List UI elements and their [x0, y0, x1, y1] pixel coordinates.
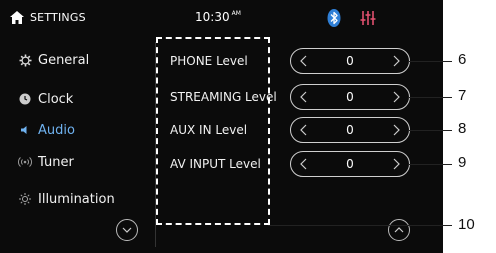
sidebar-item-label: Audio [38, 122, 75, 138]
clock-ampm: AM [231, 10, 241, 17]
chevron-right-icon[interactable] [387, 152, 405, 176]
equalizer-icon[interactable] [360, 10, 376, 26]
sidebar-item-label: Illumination [38, 191, 115, 207]
sun-icon [18, 192, 32, 206]
streaming-level-stepper[interactable]: 0 [290, 84, 410, 110]
sidebar-item-audio[interactable]: Audio [0, 115, 152, 145]
top-bar: SETTINGS 10:30 AM [0, 0, 443, 38]
callout-9: 9 [458, 154, 467, 171]
chevron-right-icon[interactable] [387, 118, 405, 142]
callout-leader-8 [408, 130, 452, 132]
callout-leader-7 [408, 97, 452, 99]
home-icon[interactable] [10, 11, 24, 24]
sidebar-item-illumination[interactable]: Illumination [0, 184, 152, 214]
clock-time: 10:30 [195, 10, 230, 24]
phone-level-stepper[interactable]: 0 [290, 48, 410, 74]
callout-8: 8 [458, 120, 467, 137]
clock-display: 10:30 AM [195, 10, 241, 24]
chevron-right-icon[interactable] [387, 85, 405, 109]
callout-leader-9 [408, 164, 452, 166]
sidebar-item-general[interactable]: General [0, 45, 152, 75]
callout-leader-10 [268, 225, 452, 227]
speaker-icon [18, 123, 32, 137]
settings-screen: SETTINGS 10:30 AM General Clock Audio Tu… [0, 0, 443, 253]
scroll-down-button[interactable] [116, 219, 138, 241]
highlight-box [156, 37, 270, 225]
bluetooth-icon[interactable] [327, 9, 341, 27]
callout-leader-6 [408, 61, 452, 63]
chevron-right-icon[interactable] [387, 49, 405, 73]
sidebar-item-clock[interactable]: Clock [0, 84, 152, 114]
page-title: SETTINGS [30, 11, 86, 24]
sidebar-item-tuner[interactable]: Tuner [0, 147, 152, 177]
av-input-level-stepper[interactable]: 0 [290, 151, 410, 177]
sidebar-item-label: Tuner [38, 154, 74, 170]
clock-icon [18, 92, 32, 106]
aux-in-level-stepper[interactable]: 0 [290, 117, 410, 143]
scroll-up-button[interactable] [388, 219, 410, 241]
chevron-down-icon [122, 227, 132, 233]
chevron-up-icon [394, 227, 404, 233]
gear-icon [18, 53, 32, 67]
callout-7: 7 [458, 87, 467, 104]
sidebar-item-label: Clock [38, 91, 74, 107]
radio-waves-icon [18, 155, 32, 169]
sidebar-item-label: General [38, 52, 90, 68]
callout-6: 6 [458, 51, 467, 68]
callout-10: 10 [458, 216, 475, 233]
